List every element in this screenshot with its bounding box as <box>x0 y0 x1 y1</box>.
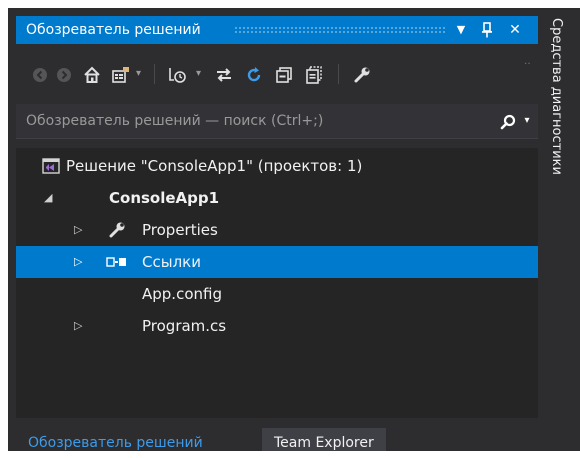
project-label: ConsoleApp1 <box>109 189 220 207</box>
switch-views-dropdown[interactable]: ▾ <box>136 60 141 88</box>
tree-row-program-cs[interactable]: ▷ Program.cs <box>16 310 538 342</box>
sync-button[interactable] <box>212 60 236 88</box>
tree-item-label: Properties <box>142 221 218 239</box>
tree-item-label: Ссылки <box>142 253 201 271</box>
search-options-dropdown[interactable]: ▾ <box>520 104 534 138</box>
tree-item-label: Program.cs <box>142 317 227 335</box>
search-button[interactable] <box>496 104 520 138</box>
expanded-arrow-icon[interactable]: ◢ <box>44 182 52 214</box>
pending-changes-filter-icon <box>169 67 186 83</box>
solution-tree: Решение "ConsoleApp1" (проектов: 1) ◢ Co… <box>16 148 538 418</box>
side-tab-label: Средства диагностики <box>549 18 564 175</box>
collapsed-arrow-icon[interactable]: ▷ <box>74 214 82 246</box>
wrench-icon <box>109 222 125 238</box>
switch-views-button[interactable] <box>108 60 134 88</box>
pin-button[interactable] <box>476 16 498 44</box>
search-icon <box>500 114 516 129</box>
properties-button[interactable] <box>350 60 374 88</box>
home-icon <box>84 66 100 83</box>
show-all-files-icon <box>306 65 322 84</box>
pin-icon <box>482 22 492 38</box>
tab-team-explorer[interactable]: Team Explorer <box>262 428 386 451</box>
collapsed-arrow-icon[interactable]: ▷ <box>74 310 82 342</box>
tree-row-project[interactable]: ◢ ConsoleApp1 <box>16 182 538 214</box>
collapsed-arrow-icon[interactable]: ▷ <box>74 246 82 278</box>
sync-icon <box>217 67 231 82</box>
tree-row-app-config[interactable]: App.config <box>16 278 538 310</box>
panel-tabs: Обозреватель решений Team Explorer <box>16 428 538 451</box>
references-icon <box>106 257 126 267</box>
toolbar-overflow-icon[interactable]: ‥ <box>524 56 531 67</box>
tab-solution-explorer[interactable]: Обозреватель решений <box>16 428 215 451</box>
search-input[interactable] <box>16 104 486 138</box>
window-dropdown-button[interactable]: ▼ <box>450 16 472 44</box>
solution-label: Решение "ConsoleApp1" (проектов: 1) <box>66 157 363 175</box>
title-grip[interactable] <box>234 26 446 34</box>
collapse-all-button[interactable] <box>272 60 296 88</box>
back-button[interactable] <box>30 60 50 88</box>
toolbar: ▾ ▾ ‥ <box>16 54 538 94</box>
back-icon <box>33 67 47 82</box>
diagnostic-tools-side-tab[interactable]: Средства диагностики <box>545 16 573 216</box>
window-title: Обозреватель решений <box>26 22 201 38</box>
close-button[interactable]: ✕ <box>504 16 526 44</box>
show-all-files-button[interactable] <box>302 60 326 88</box>
refresh-button[interactable] <box>242 60 266 88</box>
search-bar: ▾ <box>16 104 538 139</box>
properties-icon <box>354 67 370 82</box>
tree-row-solution[interactable]: Решение "ConsoleApp1" (проектов: 1) <box>16 150 538 182</box>
home-button[interactable] <box>80 60 104 88</box>
collapse-all-icon <box>276 66 292 83</box>
pending-changes-filter-dropdown[interactable]: ▾ <box>196 60 201 88</box>
refresh-icon <box>247 66 261 81</box>
toolbar-separator <box>338 64 339 84</box>
close-icon: ✕ <box>509 22 521 38</box>
tree-row-properties[interactable]: ▷ Properties <box>16 214 538 246</box>
pending-changes-filter-button[interactable] <box>164 60 192 88</box>
tree-item-label: App.config <box>142 285 222 303</box>
switch-views-icon <box>112 66 129 83</box>
forward-icon <box>57 67 71 82</box>
solution-icon <box>42 158 60 174</box>
toolbar-separator <box>154 64 155 84</box>
tree-row-references[interactable]: ▷ Ссылки <box>16 246 538 278</box>
forward-button[interactable] <box>54 60 74 88</box>
title-bar: Обозреватель решений ▼ ✕ <box>16 16 538 44</box>
